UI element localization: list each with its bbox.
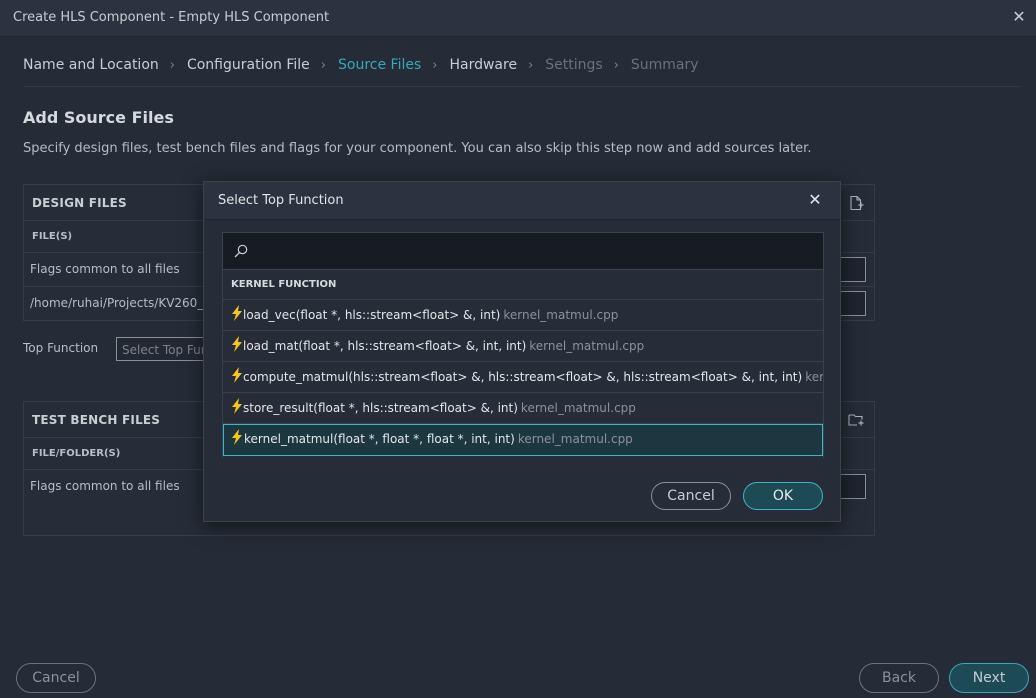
step-settings: Settings <box>545 57 603 73</box>
step-configuration-file[interactable]: Configuration File <box>187 57 310 73</box>
page-title: Add Source Files <box>23 108 174 127</box>
test-bench-flags-label: Flags common to all files <box>30 479 180 493</box>
wizard-steps: Name and Location › Configuration File ›… <box>23 54 699 76</box>
wizard-cancel-button[interactable]: Cancel <box>16 663 96 693</box>
function-list-header: KERNEL FUNCTION <box>223 270 823 300</box>
chevron-right-icon: › <box>320 57 326 73</box>
top-function-input[interactable]: Select Top Fun <box>116 337 216 361</box>
lightning-icon <box>232 305 242 321</box>
window-titlebar: Create HLS Component - Empty HLS Compone… <box>0 0 1036 37</box>
function-search-input[interactable] <box>257 239 817 263</box>
function-signature: kernel_matmul(float *, float *, float *,… <box>244 432 515 446</box>
dialog-cancel-button[interactable]: Cancel <box>651 482 731 510</box>
function-file: kernel_matmul.cpp <box>520 401 636 415</box>
function-signature: load_vec(float *, hls::stream<float> &, … <box>243 308 501 322</box>
design-file-path: /home/ruhai/Projects/KV260_St <box>30 296 216 310</box>
chevron-right-icon: › <box>169 57 175 73</box>
function-list-header-label: KERNEL FUNCTION <box>231 279 337 290</box>
add-folder-icon[interactable] <box>848 412 864 428</box>
function-file: kernel_matmul.cpp <box>517 432 633 446</box>
design-file-flags-input[interactable] <box>840 291 866 316</box>
window-title: Create HLS Component - Empty HLS Compone… <box>13 10 330 25</box>
dialog-close-icon[interactable]: ✕ <box>806 191 824 209</box>
search-icon <box>234 244 248 258</box>
page-description: Specify design files, test bench files a… <box>23 141 812 156</box>
add-file-icon[interactable] <box>848 195 864 211</box>
dialog-header: Select Top Function ✕ <box>204 182 840 220</box>
chevron-right-icon: › <box>432 57 438 73</box>
function-row-load-mat[interactable]: load_mat(float *, hls::stream<float> &, … <box>223 331 823 362</box>
test-bench-flags-input[interactable] <box>840 474 866 499</box>
design-files-title: DESIGN FILES <box>32 196 127 210</box>
function-file: kernel_matmul.cpp <box>529 339 645 353</box>
step-summary: Summary <box>630 57 699 73</box>
chevron-right-icon: › <box>528 57 534 73</box>
design-flags-input[interactable] <box>840 257 866 282</box>
function-row-compute-matmul[interactable]: compute_matmul(hls::stream<float> &, hls… <box>223 362 823 393</box>
test-bench-column-label: FILE/FOLDER(S) <box>32 448 121 459</box>
function-signature: load_mat(float *, hls::stream<float> &, … <box>243 339 527 353</box>
step-name-and-location[interactable]: Name and Location <box>23 57 159 73</box>
design-flags-label: Flags common to all files <box>30 262 180 276</box>
function-file: kernel_matmul.cpp <box>805 370 824 384</box>
function-row-kernel-matmul[interactable]: kernel_matmul(float *, float *, float *,… <box>223 424 823 456</box>
select-top-function-dialog: Select Top Function ✕ KERNEL FUNCTION lo… <box>203 181 841 522</box>
lightning-icon <box>232 429 242 445</box>
lightning-icon <box>232 336 242 352</box>
function-row-load-vec[interactable]: load_vec(float *, hls::stream<float> &, … <box>223 300 823 331</box>
step-hardware[interactable]: Hardware <box>449 57 517 73</box>
test-bench-title: TEST BENCH FILES <box>32 413 161 427</box>
wizard-divider <box>23 86 1021 87</box>
top-function-label: Top Function <box>23 341 99 355</box>
function-file: kernel_matmul.cpp <box>503 308 619 322</box>
function-signature: compute_matmul(hls::stream<float> &, hls… <box>243 370 803 384</box>
function-search-box[interactable] <box>222 232 824 270</box>
wizard-back-button[interactable]: Back <box>859 663 939 693</box>
wizard-next-button[interactable]: Next <box>949 663 1029 693</box>
chevron-right-icon: › <box>613 57 619 73</box>
design-files-column-label: FILE(S) <box>32 231 73 242</box>
window-close-icon[interactable]: ✕ <box>1010 8 1028 26</box>
lightning-icon <box>232 367 242 383</box>
dialog-ok-button[interactable]: OK <box>743 482 823 510</box>
step-source-files[interactable]: Source Files <box>338 57 421 73</box>
function-signature: store_result(float *, hls::stream<float>… <box>243 401 518 415</box>
lightning-icon <box>232 398 242 414</box>
function-row-store-result[interactable]: store_result(float *, hls::stream<float>… <box>223 393 823 424</box>
function-list: KERNEL FUNCTION load_vec(float *, hls::s… <box>222 270 824 458</box>
dialog-title: Select Top Function <box>218 193 344 208</box>
